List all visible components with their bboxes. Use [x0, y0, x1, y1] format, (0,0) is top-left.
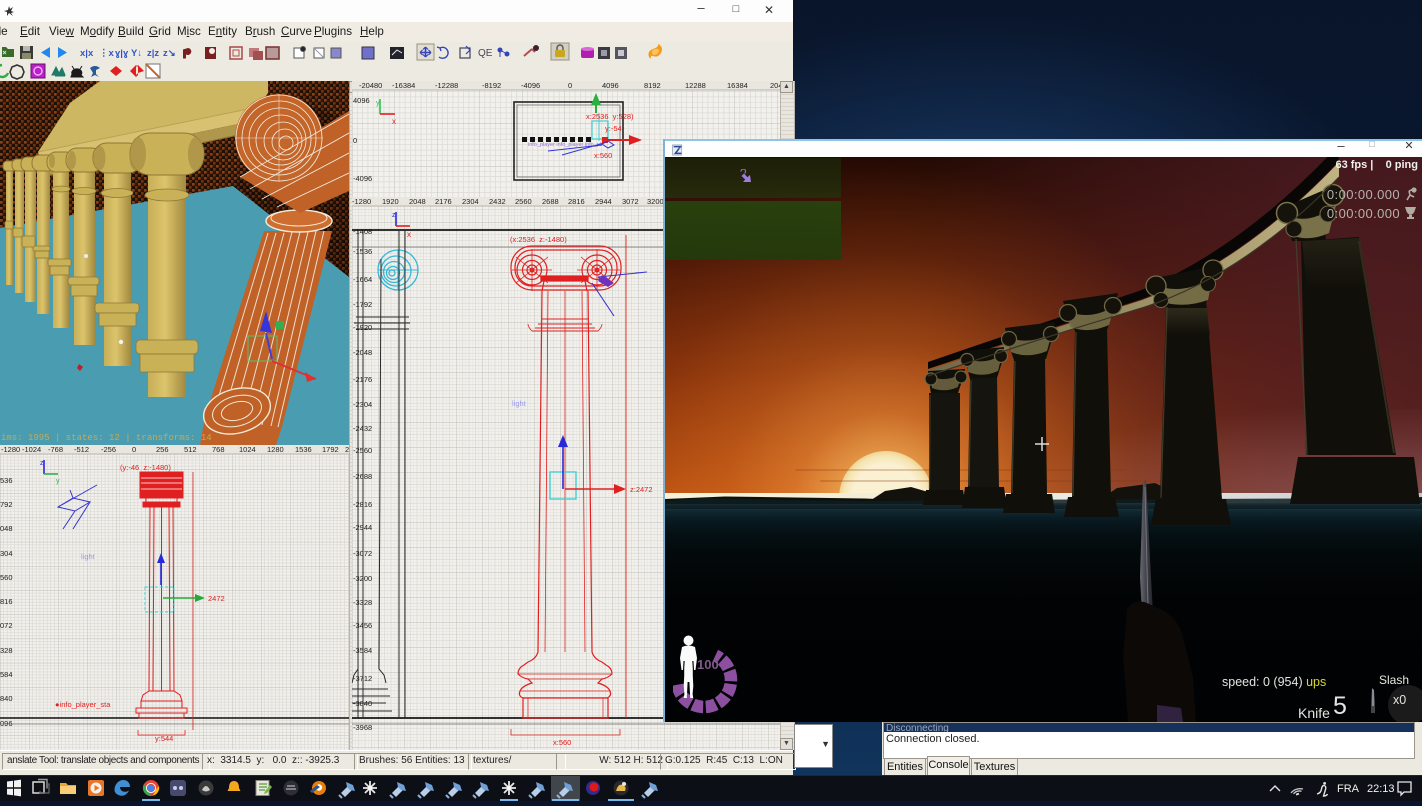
- svg-text:8192: 8192: [644, 81, 661, 90]
- svg-text:3072: 3072: [622, 197, 639, 206]
- svg-text:1024: 1024: [239, 445, 256, 454]
- svg-text:1792: 1792: [322, 445, 339, 454]
- svg-text:536: 536: [0, 476, 13, 485]
- svg-text:y: y: [56, 478, 60, 485]
- svg-text:⋮x: ⋮x: [99, 48, 115, 59]
- svg-text:Y↓: Y↓: [131, 48, 142, 59]
- svg-text:16384: 16384: [727, 81, 748, 90]
- svg-text:2432: 2432: [489, 197, 506, 206]
- svg-text:x: x: [392, 117, 396, 126]
- svg-text:0: 0: [353, 136, 357, 145]
- svg-text:2048: 2048: [409, 197, 426, 206]
- svg-text:x:2536 y:528): x:2536 y:528): [586, 112, 634, 121]
- svg-text:-256: -256: [101, 445, 116, 454]
- svg-text:FRA: FRA: [1337, 783, 1360, 795]
- svg-text:20: 20: [345, 445, 349, 454]
- svg-text:328: 328: [0, 646, 13, 655]
- svg-text:y: y: [376, 100, 380, 107]
- svg-text:z: z: [40, 460, 44, 467]
- svg-text:(x:2536 z:-1480): (x:2536 z:-1480): [510, 235, 567, 244]
- svg-text:-768: -768: [48, 445, 63, 454]
- svg-text:256: 256: [156, 445, 169, 454]
- svg-text:-12288: -12288: [435, 81, 458, 90]
- svg-text:2560: 2560: [515, 197, 532, 206]
- svg-text:048: 048: [0, 524, 13, 533]
- svg-text:ɣ|ɣ: ɣ|ɣ: [115, 48, 129, 59]
- svg-text:584: 584: [0, 670, 13, 679]
- svg-text:x:560: x:560: [594, 151, 612, 160]
- svg-text:768: 768: [212, 445, 225, 454]
- svg-text:816: 816: [0, 597, 13, 606]
- svg-text:2304: 2304: [462, 197, 479, 206]
- svg-text:304: 304: [0, 549, 13, 558]
- svg-text:light: light: [81, 552, 96, 561]
- svg-text:1536: 1536: [295, 445, 312, 454]
- svg-text:x: x: [407, 230, 411, 239]
- svg-text:840: 840: [0, 694, 13, 703]
- svg-text:2472: 2472: [208, 594, 225, 603]
- svg-text:-4096: -4096: [353, 174, 372, 183]
- svg-text:-1280: -1280: [352, 197, 371, 206]
- svg-text:072: 072: [0, 621, 13, 630]
- svg-text:792: 792: [0, 500, 13, 509]
- svg-text:x|x: x|x: [80, 48, 94, 59]
- svg-text:ims: 1995 | states: 12 | trans: ims: 1995 | states: 12 | transforms: 14: [1, 433, 212, 443]
- svg-text:12288: 12288: [685, 81, 706, 90]
- svg-text:096: 096: [0, 719, 13, 728]
- svg-text:y:-54: y:-54: [605, 124, 622, 133]
- svg-text:z:2472: z:2472: [630, 485, 653, 494]
- svg-text:512: 512: [184, 445, 197, 454]
- svg-text:-8192: -8192: [482, 81, 501, 90]
- svg-text:4096: 4096: [602, 81, 619, 90]
- svg-text:-1024: -1024: [22, 445, 41, 454]
- svg-text:z↘: z↘: [163, 48, 176, 59]
- svg-text:2816: 2816: [568, 197, 585, 206]
- svg-text:-512: -512: [74, 445, 89, 454]
- svg-text:0: 0: [568, 81, 572, 90]
- svg-text:x:560: x:560: [553, 738, 571, 747]
- svg-text:2944: 2944: [595, 197, 612, 206]
- svg-text:1920: 1920: [382, 197, 399, 206]
- svg-text:-16384: -16384: [392, 81, 415, 90]
- svg-text:-20480: -20480: [359, 81, 382, 90]
- svg-text:(y:-46 z:-1480): (y:-46 z:-1480): [120, 463, 171, 472]
- svg-text:1280: 1280: [267, 445, 284, 454]
- svg-text:z: z: [392, 212, 396, 219]
- svg-text:2176: 2176: [435, 197, 452, 206]
- svg-text:22:13: 22:13: [1367, 783, 1395, 795]
- svg-text:-4096: -4096: [521, 81, 540, 90]
- svg-text:0: 0: [132, 445, 136, 454]
- svg-text:-1280: -1280: [1, 445, 20, 454]
- svg-text:204: 204: [770, 81, 780, 90]
- svg-text:QE: QE: [478, 48, 493, 59]
- svg-text:z|z: z|z: [147, 48, 159, 59]
- svg-text:4096: 4096: [353, 96, 370, 105]
- svg-text:●info_player_sta: ●info_player_sta: [55, 700, 111, 709]
- svg-text:light: light: [512, 399, 527, 408]
- svg-text:y:544: y:544: [155, 734, 173, 743]
- svg-text:3200: 3200: [647, 197, 664, 206]
- svg-text:560: 560: [0, 573, 13, 582]
- svg-text:2688: 2688: [542, 197, 559, 206]
- svg-text:100: 100: [697, 657, 719, 672]
